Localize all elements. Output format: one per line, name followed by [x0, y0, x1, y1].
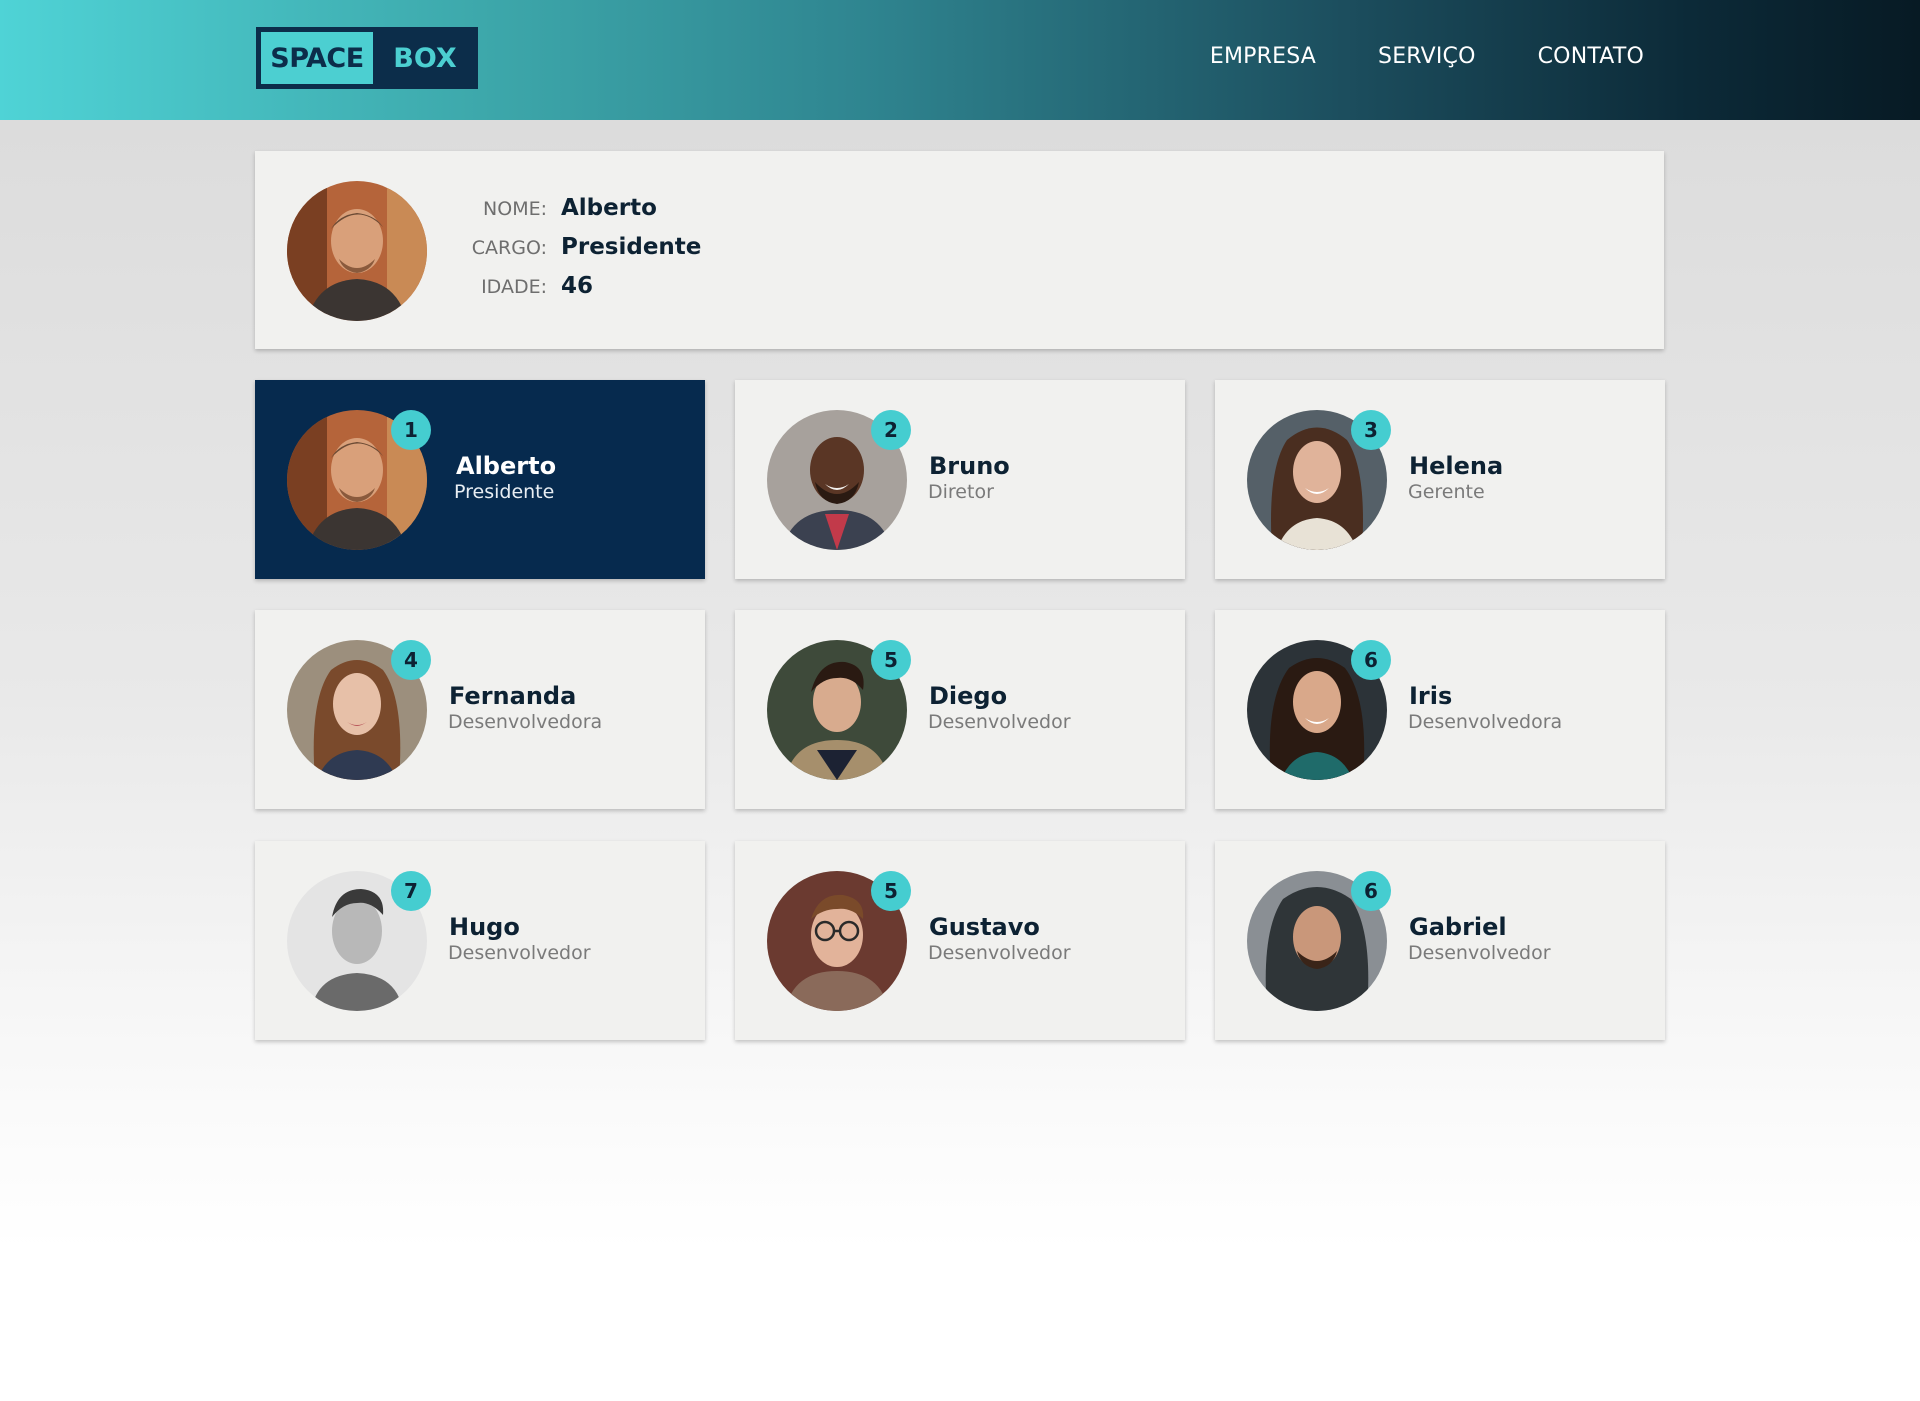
- person-role: Desenvolvedor: [1408, 942, 1551, 964]
- person-name: Gabriel: [1409, 913, 1507, 941]
- person-role: Presidente: [454, 481, 555, 503]
- rank-badge: 1: [391, 410, 431, 450]
- rank-badge: 4: [391, 640, 431, 680]
- detail-avatar: [287, 181, 427, 321]
- nav-contato[interactable]: CONTATO: [1538, 44, 1644, 69]
- person-card-alberto[interactable]: 1 Alberto Presidente: [255, 380, 705, 579]
- rank-badge: 5: [871, 871, 911, 911]
- rank-badge: 7: [391, 871, 431, 911]
- person-card-gabriel[interactable]: 6 Gabriel Desenvolvedor: [1215, 841, 1665, 1040]
- person-role: Gerente: [1408, 481, 1485, 503]
- role-label: CARGO:: [471, 237, 547, 259]
- detail-role-row: CARGO: Presidente: [451, 234, 702, 273]
- name-value: Alberto: [561, 195, 657, 221]
- person-role: Desenvolvedor: [448, 942, 591, 964]
- person-name: Bruno: [929, 452, 1010, 480]
- person-name: Iris: [1409, 682, 1453, 710]
- person-card-hugo[interactable]: 7 Hugo Desenvolvedor: [255, 841, 705, 1040]
- rank-badge: 6: [1351, 871, 1391, 911]
- name-label: NOME:: [483, 198, 547, 220]
- person-name: Hugo: [449, 913, 520, 941]
- person-card-iris[interactable]: 6 Iris Desenvolvedora: [1215, 610, 1665, 809]
- logo-space-text: SPACE: [259, 30, 375, 86]
- rank-badge: 3: [1351, 410, 1391, 450]
- person-name: Helena: [1409, 452, 1504, 480]
- person-card-fernanda[interactable]: 4 Fernanda Desenvolvedora: [255, 610, 705, 809]
- age-value: 46: [561, 273, 594, 299]
- detail-age-row: IDADE: 46: [451, 273, 701, 312]
- rank-badge: 5: [871, 640, 911, 680]
- header: SPACE BOX EMPRESA SERVIÇO CONTATO: [0, 0, 1920, 120]
- selected-person-detail: NOME: Alberto CARGO: Presidente IDADE: 4…: [255, 151, 1664, 349]
- person-name: Diego: [929, 682, 1008, 710]
- logo-box-text: BOX: [393, 42, 457, 74]
- nav-empresa[interactable]: EMPRESA: [1210, 44, 1316, 69]
- person-name: Fernanda: [449, 682, 577, 710]
- logo[interactable]: SPACE BOX: [256, 27, 478, 89]
- person-card-diego[interactable]: 5 Diego Desenvolvedor: [735, 610, 1185, 809]
- person-role: Desenvolvedor: [928, 942, 1071, 964]
- person-role: Desenvolvedor: [928, 711, 1071, 733]
- person-card-gustavo[interactable]: 5 Gustavo Desenvolvedor: [735, 841, 1185, 1040]
- rank-badge: 6: [1351, 640, 1391, 680]
- detail-fields: NOME: Alberto CARGO: Presidente IDADE: 4…: [451, 195, 702, 312]
- person-card-helena[interactable]: 3 Helena Gerente: [1215, 380, 1665, 579]
- person-role: Desenvolvedora: [1408, 711, 1563, 733]
- rank-badge: 2: [871, 410, 911, 450]
- person-card-bruno[interactable]: 2 Bruno Diretor: [735, 380, 1185, 579]
- age-label: IDADE:: [481, 276, 547, 298]
- nav-servico[interactable]: SERVIÇO: [1378, 44, 1476, 69]
- person-role: Desenvolvedora: [448, 711, 603, 733]
- person-name: Alberto: [456, 452, 557, 480]
- detail-name-row: NOME: Alberto: [451, 195, 701, 234]
- person-name: Gustavo: [929, 913, 1040, 941]
- role-value: Presidente: [561, 234, 702, 260]
- main-nav: EMPRESA SERVIÇO CONTATO: [1148, 44, 1644, 69]
- person-role: Diretor: [928, 481, 994, 503]
